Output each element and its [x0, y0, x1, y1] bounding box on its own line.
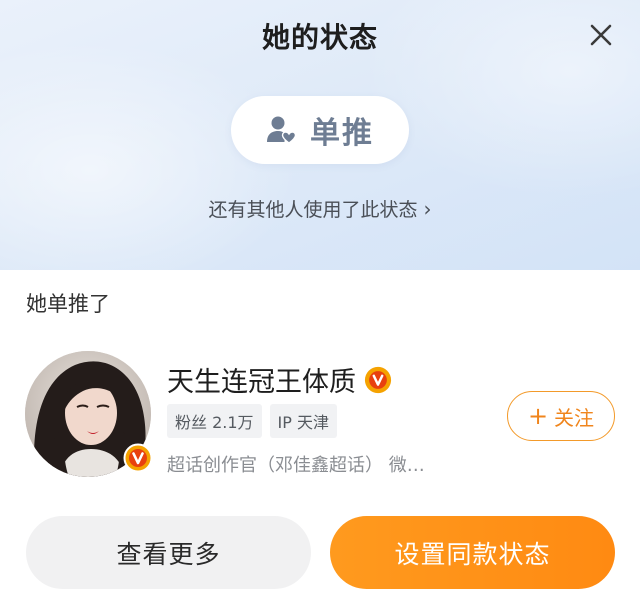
set-same-status-button[interactable]: 设置同款状态: [330, 516, 615, 589]
follow-button[interactable]: + 关注: [507, 391, 615, 441]
section-title: 她单推了: [26, 292, 110, 316]
status-label: 单推: [310, 116, 374, 151]
fans-count-tag: 粉丝 2.1万: [167, 404, 262, 438]
profile-name-row[interactable]: 天生连冠王体质: [167, 360, 392, 399]
status-pill[interactable]: 单推: [231, 96, 409, 164]
others-link-text: 还有其他人使用了此状态: [208, 199, 418, 221]
close-icon: [590, 24, 612, 46]
status-header: 她的状态 单推 还有其他人使用了此状态 ›: [0, 0, 640, 270]
avatar-container[interactable]: [25, 351, 153, 477]
verified-v-icon: [364, 366, 392, 393]
view-more-label: 查看更多: [116, 539, 221, 569]
profile-description: 超话创作官（邓佳鑫超话） 微…: [167, 455, 425, 476]
chevron-right-icon: ›: [423, 197, 432, 221]
profile-tags: 粉丝 2.1万 IP 天津: [167, 404, 338, 438]
follow-label: 关注: [554, 405, 595, 430]
page-title: 她的状态: [261, 21, 378, 54]
ip-location-tag: IP 天津: [269, 404, 338, 438]
close-button[interactable]: [586, 20, 616, 50]
user-heart-icon: [267, 116, 296, 144]
plus-icon: +: [527, 402, 549, 430]
others-using-status-link[interactable]: 还有其他人使用了此状态 ›: [0, 195, 640, 222]
view-more-button[interactable]: 查看更多: [26, 516, 311, 589]
set-same-status-label: 设置同款状态: [394, 539, 551, 569]
verified-badge-icon: [123, 443, 153, 473]
profile-name: 天生连冠王体质: [167, 367, 356, 398]
